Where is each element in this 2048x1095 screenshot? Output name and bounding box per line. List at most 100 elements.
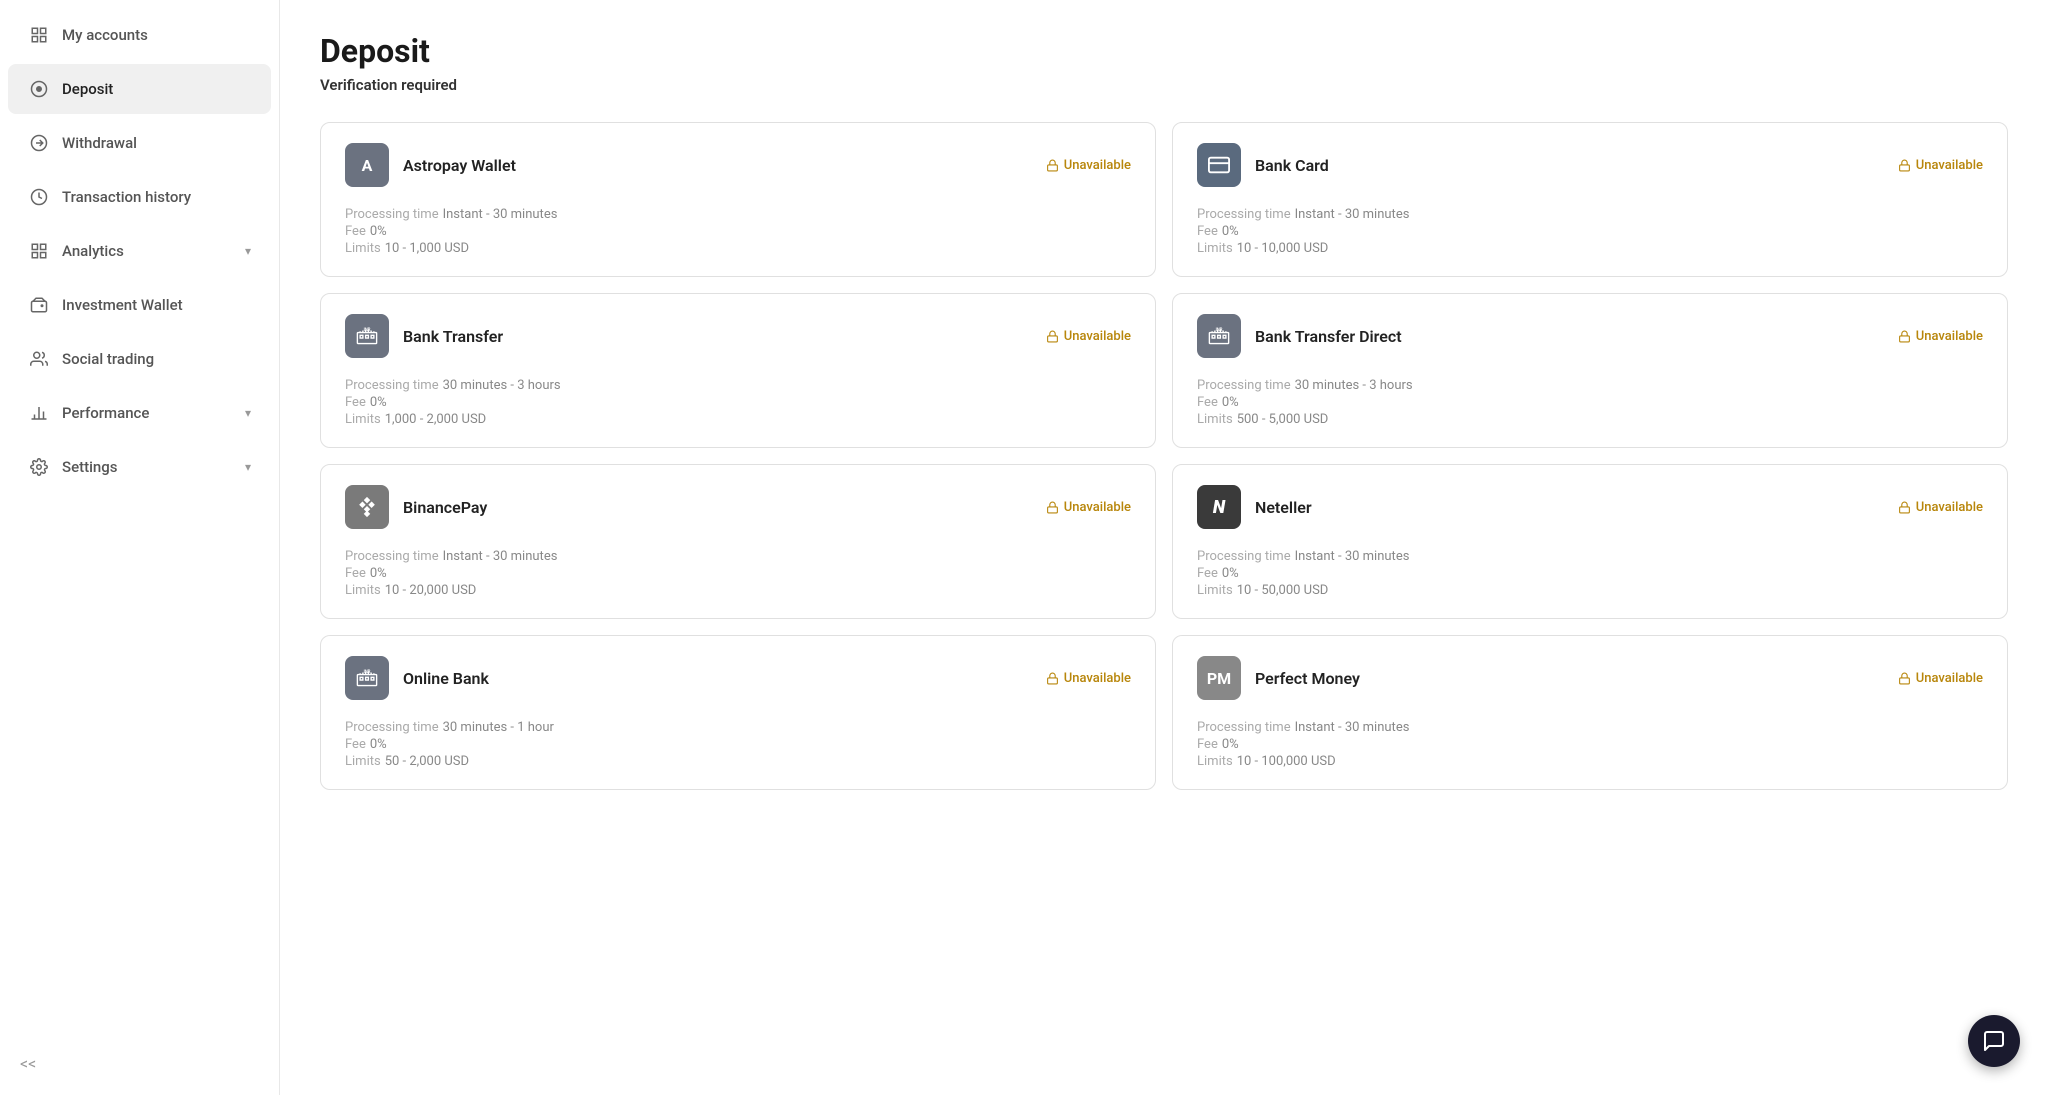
wallet-icon — [28, 294, 50, 316]
unavailable-text: Unavailable — [1916, 500, 1983, 515]
processing-time-row: Processing timeInstant - 30 minutes — [345, 549, 1131, 564]
card-header: INR Online Bank Unavailable — [345, 656, 1131, 700]
sidebar-item-transaction-history[interactable]: Transaction history — [8, 172, 271, 222]
card-details: Processing time30 minutes - 3 hours Fee0… — [1197, 378, 1983, 427]
card-name: Perfect Money — [1255, 669, 1360, 688]
limits-label: Limits — [345, 754, 381, 769]
sidebar-item-deposit[interactable]: Deposit — [8, 64, 271, 114]
fee-label: Fee — [1197, 224, 1218, 239]
clock-icon — [28, 186, 50, 208]
fee-row: Fee0% — [1197, 224, 1983, 239]
card-header: BinancePay Unavailable — [345, 485, 1131, 529]
limits-label: Limits — [345, 583, 381, 598]
payment-card-bank-transfer[interactable]: INR Bank Transfer Unavailable Processing… — [320, 293, 1156, 448]
payment-card-bank-card[interactable]: Bank Card Unavailable Processing timeIns… — [1172, 122, 2008, 277]
users-icon — [28, 348, 50, 370]
page-title: Deposit — [320, 32, 2008, 70]
svg-text:INR: INR — [364, 328, 371, 333]
sidebar-item-withdrawal[interactable]: Withdrawal — [8, 118, 271, 168]
payment-card-bank-transfer-direct[interactable]: INR Bank Transfer Direct Unavailable Pro… — [1172, 293, 2008, 448]
card-logo-perfect-money: PM — [1197, 656, 1241, 700]
payment-card-binancepay[interactable]: BinancePay Unavailable Processing timeIn… — [320, 464, 1156, 619]
limits-row: Limits10 - 50,000 USD — [1197, 583, 1983, 598]
fee-row: Fee0% — [1197, 566, 1983, 581]
payment-card-neteller[interactable]: N Neteller Unavailable Processing timeIn… — [1172, 464, 2008, 619]
processing-time-row: Processing time30 minutes - 3 hours — [345, 378, 1131, 393]
lock-icon — [1898, 501, 1911, 514]
fee-row: Fee0% — [345, 737, 1131, 752]
sidebar-item-my-accounts[interactable]: My accounts — [8, 10, 271, 60]
processing-time-row: Processing timeInstant - 30 minutes — [345, 207, 1131, 222]
card-details: Processing time30 minutes - 3 hours Fee0… — [345, 378, 1131, 427]
fee-row: Fee0% — [1197, 395, 1983, 410]
main-content: Deposit Verification required A Astropay… — [280, 0, 2048, 1095]
fee-label: Fee — [345, 737, 366, 752]
card-details: Processing timeInstant - 30 minutes Fee0… — [1197, 549, 1983, 598]
processing-time-row: Processing time30 minutes - 1 hour — [345, 720, 1131, 735]
processing-time-row: Processing timeInstant - 30 minutes — [1197, 207, 1983, 222]
card-details: Processing timeInstant - 30 minutes Fee0… — [345, 207, 1131, 256]
payment-card-astropay[interactable]: A Astropay Wallet Unavailable Processing… — [320, 122, 1156, 277]
card-header: INR Bank Transfer Unavailable — [345, 314, 1131, 358]
sidebar-collapse-button[interactable]: << — [0, 1040, 279, 1087]
lock-icon — [1046, 330, 1059, 343]
unavailable-text: Unavailable — [1064, 500, 1131, 515]
page-subtitle: Verification required — [320, 76, 2008, 94]
card-logo-name: Bank Card — [1197, 143, 1329, 187]
limits-label: Limits — [345, 241, 381, 256]
card-logo-bank-transfer: INR — [345, 314, 389, 358]
card-logo-bank-transfer-direct: INR — [1197, 314, 1241, 358]
unavailable-text: Unavailable — [1064, 329, 1131, 344]
payment-card-online-bank[interactable]: INR Online Bank Unavailable Processing t… — [320, 635, 1156, 790]
unavailable-text: Unavailable — [1916, 158, 1983, 173]
fee-row: Fee0% — [345, 566, 1131, 581]
lock-icon — [1898, 330, 1911, 343]
unavailable-badge: Unavailable — [1046, 158, 1131, 173]
processing-time-label: Processing time — [345, 720, 439, 735]
sidebar-item-label: Analytics — [62, 242, 124, 260]
processing-time-label: Processing time — [1197, 720, 1291, 735]
limits-row: Limits1,000 - 2,000 USD — [345, 412, 1131, 427]
chevron-down-icon: ▾ — [245, 460, 251, 474]
processing-time-label: Processing time — [1197, 378, 1291, 393]
card-details: Processing time30 minutes - 1 hour Fee0%… — [345, 720, 1131, 769]
sidebar: My accounts Deposit Withdrawal Transacti… — [0, 0, 280, 1095]
fee-row: Fee0% — [345, 224, 1131, 239]
card-details: Processing timeInstant - 30 minutes Fee0… — [345, 549, 1131, 598]
chevron-down-icon: ▾ — [245, 244, 251, 258]
chat-button[interactable] — [1968, 1015, 2020, 1067]
sidebar-item-performance[interactable]: Performance ▾ — [8, 388, 271, 438]
card-logo-binancepay — [345, 485, 389, 529]
card-header: INR Bank Transfer Direct Unavailable — [1197, 314, 1983, 358]
card-header: A Astropay Wallet Unavailable — [345, 143, 1131, 187]
sidebar-item-settings[interactable]: Settings ▾ — [8, 442, 271, 492]
grid-icon — [28, 24, 50, 46]
processing-time-label: Processing time — [1197, 549, 1291, 564]
chevron-down-icon: ▾ — [245, 406, 251, 420]
processing-time-row: Processing timeInstant - 30 minutes — [1197, 549, 1983, 564]
limits-label: Limits — [1197, 754, 1233, 769]
unavailable-text: Unavailable — [1064, 671, 1131, 686]
card-name: Bank Transfer — [403, 327, 503, 346]
sidebar-item-investment-wallet[interactable]: Investment Wallet — [8, 280, 271, 330]
card-logo-neteller: N — [1197, 485, 1241, 529]
limits-row: Limits10 - 1,000 USD — [345, 241, 1131, 256]
sidebar-item-analytics[interactable]: Analytics ▾ — [8, 226, 271, 276]
card-header: Bank Card Unavailable — [1197, 143, 1983, 187]
unavailable-badge: Unavailable — [1898, 671, 1983, 686]
processing-time-row: Processing time30 minutes - 3 hours — [1197, 378, 1983, 393]
payment-card-perfect-money[interactable]: PM Perfect Money Unavailable Processing … — [1172, 635, 2008, 790]
sidebar-item-social-trading[interactable]: Social trading — [8, 334, 271, 384]
fee-label: Fee — [345, 224, 366, 239]
limits-row: Limits500 - 5,000 USD — [1197, 412, 1983, 427]
card-name: Neteller — [1255, 498, 1312, 517]
processing-time-label: Processing time — [1197, 207, 1291, 222]
card-logo-name: INR Online Bank — [345, 656, 489, 700]
unavailable-text: Unavailable — [1064, 158, 1131, 173]
processing-time-label: Processing time — [345, 207, 439, 222]
card-logo-name: INR Bank Transfer — [345, 314, 503, 358]
sidebar-item-label: Social trading — [62, 350, 154, 368]
card-header: PM Perfect Money Unavailable — [1197, 656, 1983, 700]
unavailable-badge: Unavailable — [1898, 500, 1983, 515]
card-logo-name: N Neteller — [1197, 485, 1312, 529]
